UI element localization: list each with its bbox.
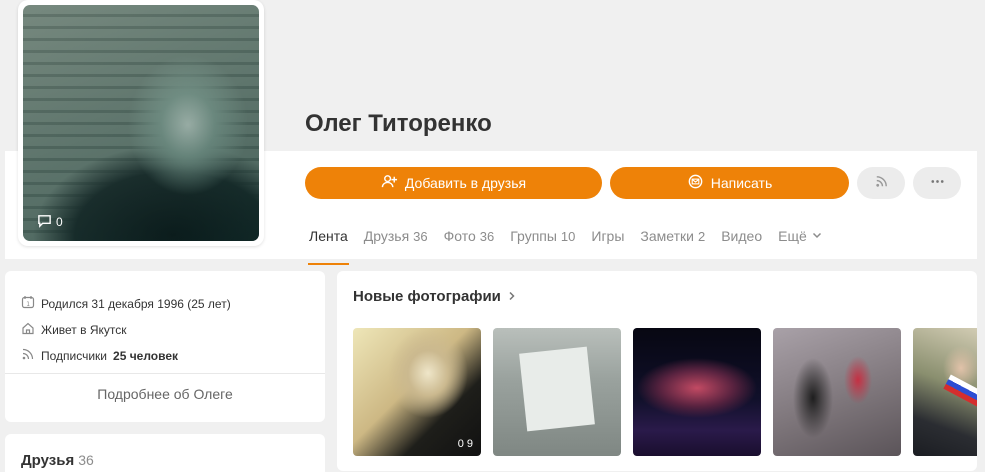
tab-feed[interactable]: Лента xyxy=(308,228,349,265)
new-photos-title[interactable]: Новые фотографии xyxy=(353,288,517,305)
tab-label: Видео xyxy=(721,228,763,244)
photo-thumbnail[interactable] xyxy=(493,328,621,456)
more-actions-button[interactable] xyxy=(913,167,961,199)
tab-photos[interactable]: Фото 36 xyxy=(444,228,495,254)
subscribers-label: Подписчики xyxy=(41,348,108,363)
divider xyxy=(5,373,325,374)
avatar-overlay xyxy=(23,5,259,241)
write-message-button[interactable]: Написать xyxy=(610,167,849,199)
tab-groups[interactable]: Группы 10 xyxy=(510,228,575,254)
add-friend-button[interactable]: Добавить в друзья xyxy=(305,167,602,199)
photo-thumbnail[interactable] xyxy=(773,328,901,456)
new-photos-card: Новые фотографии 0 9 xyxy=(337,271,977,471)
tab-count: 36 xyxy=(479,228,495,244)
about-card: 1 Родился 31 декабря 1996 (25 лет) Живет… xyxy=(5,271,325,422)
location-text: Живет в Якутск xyxy=(41,322,127,337)
profile-name: Олег Титоренко xyxy=(305,110,492,137)
tab-notes[interactable]: Заметки 2 xyxy=(640,228,705,254)
tab-label: Ещё xyxy=(778,228,807,244)
tab-friends[interactable]: Друзья 36 xyxy=(364,228,428,254)
photo-thumbnail[interactable]: 0 9 xyxy=(353,328,481,456)
tab-label: Игры xyxy=(591,228,625,244)
friends-count: 36 xyxy=(78,452,94,468)
avatar-image[interactable]: 0 xyxy=(23,5,259,241)
profile-avatar[interactable]: 0 xyxy=(18,0,264,246)
birthday-row: 1 Родился 31 декабря 1996 (25 лет) xyxy=(21,295,231,312)
photo-stat: 0 9 xyxy=(457,438,473,450)
avatar-stats: 0 xyxy=(37,213,63,231)
tab-count: 2 xyxy=(697,228,706,244)
friends-title-label: Друзья xyxy=(21,452,75,469)
add-user-icon xyxy=(381,173,398,193)
photo-ribbon-shape xyxy=(943,374,977,422)
svg-text:1: 1 xyxy=(26,301,30,308)
friends-card: Друзья 36 xyxy=(5,434,325,472)
tab-count: 36 xyxy=(413,228,428,244)
chevron-down-icon xyxy=(811,228,823,244)
tab-label: Заметки xyxy=(640,228,694,244)
friends-title[interactable]: Друзья 36 xyxy=(21,452,94,469)
add-friend-label: Добавить в друзья xyxy=(404,175,527,191)
profile-tabs: Лента Друзья 36 Фото 36 Группы 10 Игры З… xyxy=(308,228,839,265)
birthday-text: Родился 31 декабря 1996 (25 лет) xyxy=(41,296,231,311)
tab-label: Лента xyxy=(309,228,348,244)
new-photos-title-label: Новые фотографии xyxy=(353,288,501,305)
location-row: Живет в Якутск xyxy=(21,321,127,338)
rss-icon xyxy=(873,173,890,193)
tab-more[interactable]: Ещё xyxy=(778,228,823,254)
write-message-label: Написать xyxy=(710,175,773,191)
tab-label: Фото xyxy=(443,228,476,244)
tab-label: Друзья xyxy=(363,228,410,244)
tab-count: 10 xyxy=(560,228,576,244)
subscribers-icon xyxy=(21,347,35,364)
about-more-link[interactable]: Подробнее об Олеге xyxy=(5,386,325,402)
tab-games[interactable]: Игры xyxy=(591,228,624,254)
photo-sign-shape xyxy=(519,346,595,432)
tab-video[interactable]: Видео xyxy=(721,228,762,254)
mail-icon xyxy=(687,173,704,193)
home-icon xyxy=(21,321,35,338)
chevron-right-icon xyxy=(507,288,517,305)
subscribe-button[interactable] xyxy=(857,167,905,199)
subscribers-value: 25 человек xyxy=(113,348,179,363)
avatar-comment-count: 0 xyxy=(56,215,63,229)
tab-label: Группы xyxy=(510,228,557,244)
comment-icon xyxy=(37,213,52,231)
calendar-icon: 1 xyxy=(21,295,35,312)
more-icon xyxy=(929,173,946,193)
photo-thumbnail[interactable] xyxy=(913,328,977,456)
photo-thumbnail[interactable] xyxy=(633,328,761,456)
subscribers-row[interactable]: Подписчики 25 человек xyxy=(21,347,178,364)
